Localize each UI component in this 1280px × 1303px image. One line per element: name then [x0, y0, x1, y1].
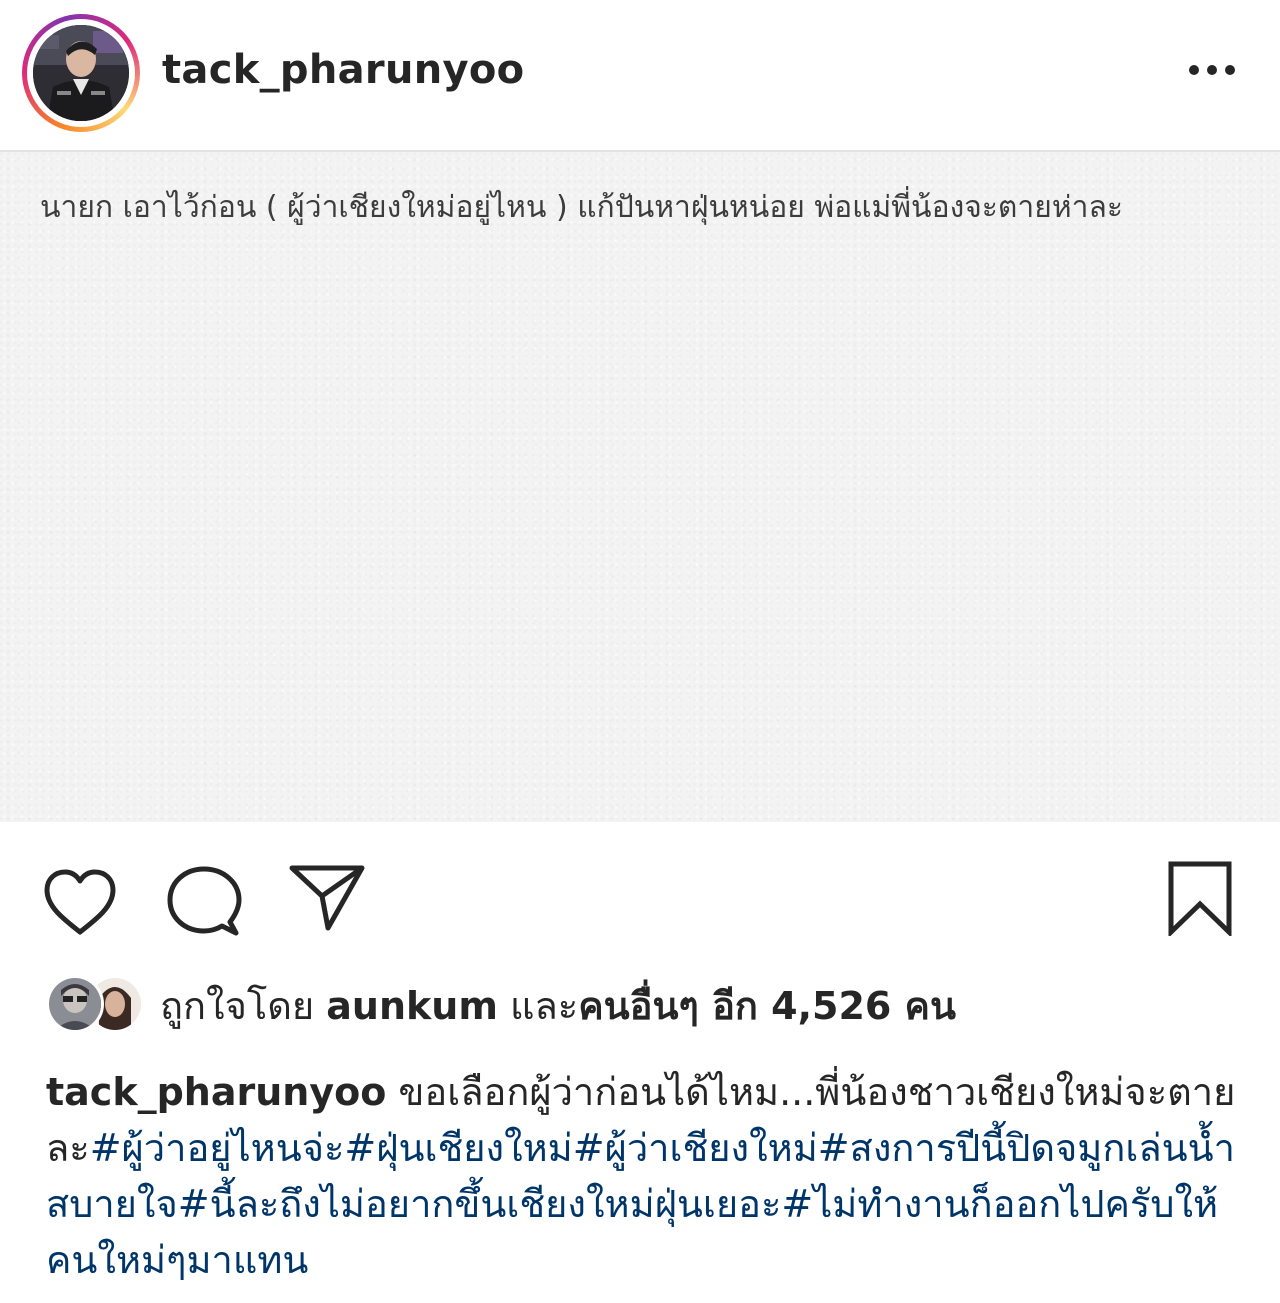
likes-others-count[interactable]: คนอื่นๆ อีก 4,526 คน	[578, 984, 956, 1028]
likes-text: ถูกใจโดย aunkum และคนอื่นๆ อีก 4,526 คน	[160, 981, 956, 1031]
likes-middle: และ	[497, 984, 579, 1028]
hashtag[interactable]: #ฝุ่นเชียงใหม่	[344, 1126, 572, 1170]
likes-row: ถูกใจโดย aunkum และคนอื่นๆ อีก 4,526 คน	[0, 975, 1280, 1045]
action-bar	[0, 822, 1280, 972]
liker-avatar[interactable]	[46, 975, 104, 1033]
likes-prefix: ถูกใจโดย	[160, 984, 327, 1028]
liker-username[interactable]: aunkum	[326, 984, 498, 1028]
more-horizontal-icon[interactable]	[1184, 58, 1240, 82]
paper-plane-icon[interactable]	[288, 862, 366, 932]
heart-icon[interactable]	[42, 868, 118, 938]
hashtag[interactable]: #นี้ละถึงไม่อยากขึ้นเชียงใหม่ฝุ่นเยอะ	[178, 1182, 782, 1226]
post-header: tack_pharunyoo	[0, 0, 1280, 152]
avatar-image	[33, 25, 129, 121]
bookmark-icon[interactable]	[1166, 860, 1234, 936]
story-ring[interactable]	[22, 14, 140, 132]
post-image[interactable]: นายก เอาไว้ก่อน ( ผู้ว่าเชียงใหม่อยู่ไหน…	[0, 152, 1280, 822]
caption: tack_pharunyoo ขอเลือกผู้ว่าก่อนได้ไหม..…	[46, 1064, 1246, 1288]
image-text: นายก เอาไว้ก่อน ( ผู้ว่าเชียงใหม่อยู่ไหน…	[40, 190, 1123, 225]
comment-icon[interactable]	[166, 864, 242, 940]
hashtag-list: #ผู้ว่าอยู่ไหนจ่ะ#ฝุ่นเชียงใหม่#ผู้ว่าเช…	[46, 1126, 1235, 1282]
avatar[interactable]	[33, 25, 129, 121]
post-username[interactable]: tack_pharunyoo	[162, 44, 524, 96]
liker-avatar-image	[49, 978, 101, 1030]
hashtag[interactable]: #ผู้ว่าเชียงใหม่	[573, 1126, 818, 1170]
hashtag[interactable]: #ผู้ว่าอยู่ไหนจ่ะ	[90, 1126, 345, 1170]
caption-username[interactable]: tack_pharunyoo	[46, 1070, 386, 1114]
